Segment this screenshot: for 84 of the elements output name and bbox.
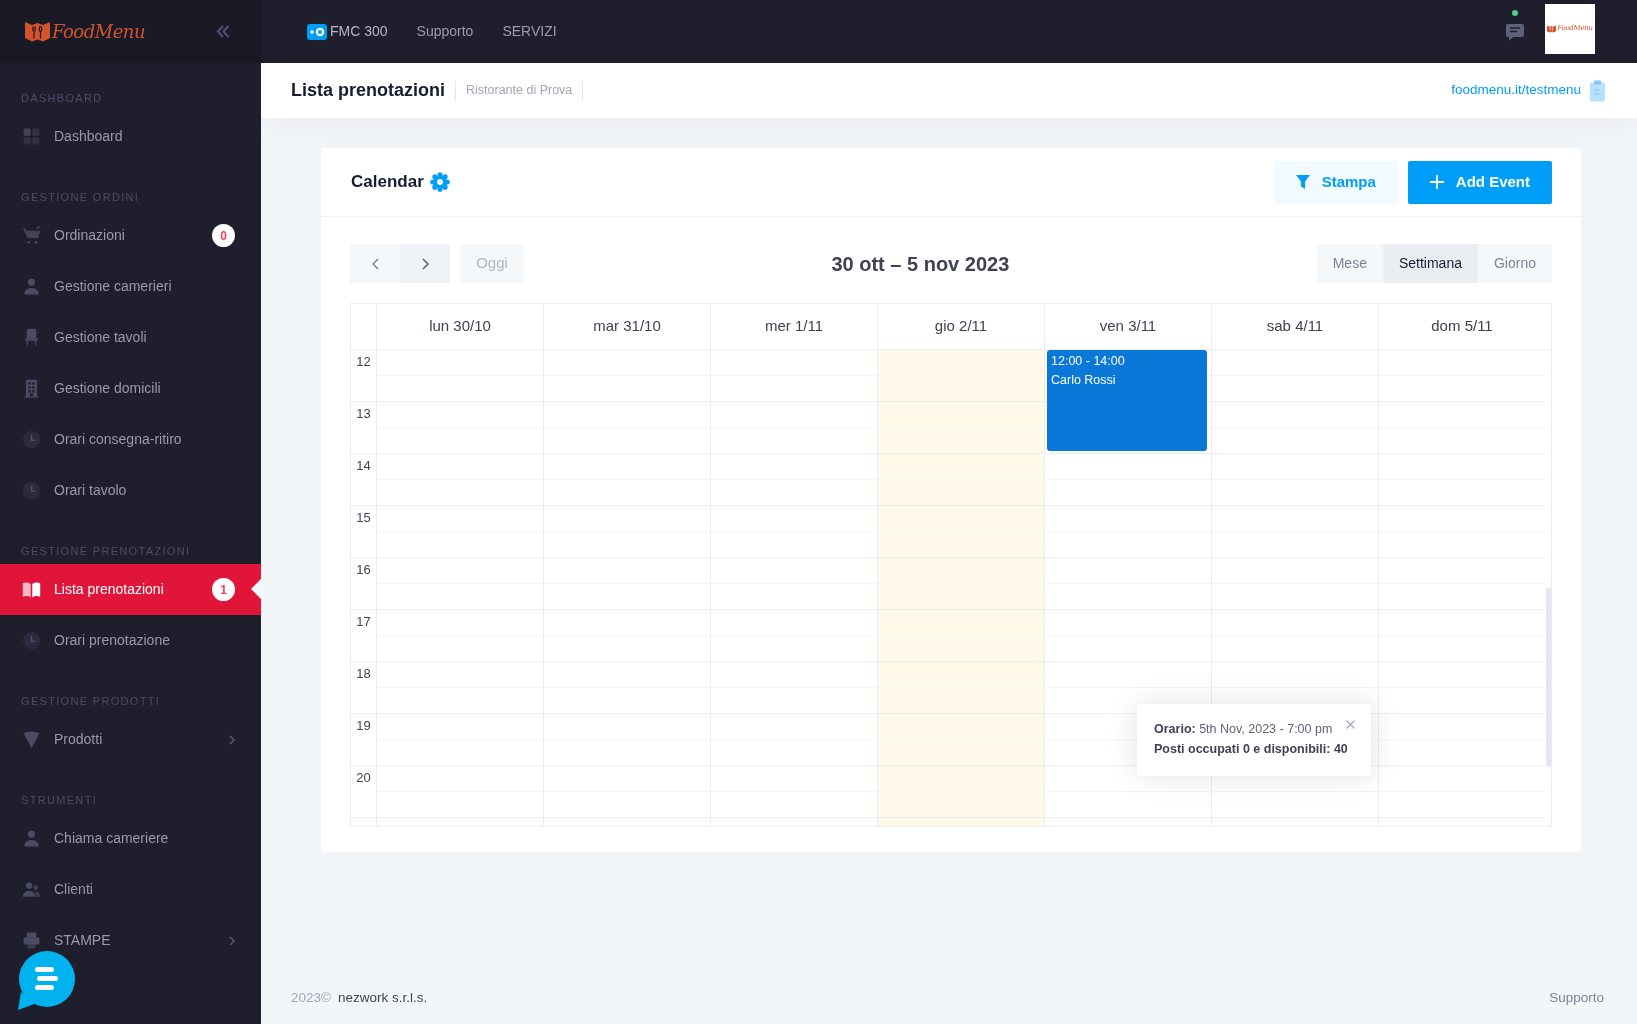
popover-time: Orario: 5th Nov, 2023 - 7:00 pm: [1154, 721, 1333, 738]
view-tab[interactable]: Mese: [1316, 244, 1383, 283]
page-title: Lista prenotazioni: [291, 79, 445, 102]
hour-label: 19: [356, 718, 371, 734]
sidebar-item[interactable]: Clienti: [0, 864, 261, 915]
logo-icon: [1547, 24, 1557, 33]
people-icon: [22, 880, 41, 899]
hour-label: 17: [356, 614, 371, 630]
event-time: 12:00 - 14:00: [1051, 353, 1125, 370]
page-subtitle: Ristorante di Prova: [466, 82, 573, 100]
event-title: Carlo Rossi: [1051, 372, 1116, 389]
menu-link[interactable]: foodmenu.it/testmenu: [1451, 80, 1581, 101]
nav-link[interactable]: FMC 300: [307, 21, 388, 42]
sidebar-item[interactable]: STAMPE: [0, 915, 261, 966]
day-header: gio 2/11: [934, 316, 988, 337]
clock-icon: [22, 631, 41, 650]
chair-icon: [22, 328, 41, 347]
filter-icon: [1295, 175, 1310, 189]
copyright-year: 2023©: [291, 988, 331, 1007]
logo-text: FoodMenu: [52, 22, 145, 41]
settings-icon[interactable]: [429, 172, 450, 192]
logo-icon: [25, 21, 50, 42]
sidebar-item[interactable]: Orari prenotazione: [0, 615, 261, 666]
sidebar-item[interactable]: Lista prenotazioni 1: [0, 564, 261, 615]
day-header: ven 3/11: [1099, 316, 1157, 337]
scrollbar-thumb[interactable]: [1545, 588, 1551, 767]
popover-seats: Posti occupati 0 e disponibili: 40: [1154, 739, 1348, 759]
nav-link[interactable]: Supporto: [416, 21, 474, 42]
projector-icon: [307, 23, 327, 40]
hour-label: 14: [356, 458, 371, 474]
hour-label: 15: [356, 510, 371, 526]
message-icon[interactable]: [1506, 22, 1524, 41]
date-range-title: 30 ott – 5 nov 2023: [831, 251, 1010, 277]
person-icon: [22, 829, 41, 848]
calendar-event[interactable]: 12:00 - 14:00 Carlo Rossi: [1047, 350, 1207, 451]
count-badge: 1: [212, 578, 235, 601]
section-label: GESTIONE PRENOTAZIONI: [20, 543, 192, 559]
hour-label: 16: [356, 562, 371, 578]
building-icon: [22, 379, 41, 398]
company-name: nezwork s.r.l.s.: [338, 988, 428, 1007]
hour-label: 12: [356, 354, 371, 370]
section-label: GESTIONE ORDINI: [20, 189, 141, 205]
sidebar-item[interactable]: Orari tavolo: [0, 465, 261, 516]
clock-icon: [22, 430, 41, 449]
person-icon: [22, 277, 41, 296]
clock-icon: [22, 481, 41, 500]
day-header: dom 5/11: [1431, 316, 1493, 337]
hour-label: 18: [356, 666, 371, 682]
book-icon: [22, 580, 41, 599]
pizza-slice-icon: [22, 730, 41, 749]
count-badge: 0: [212, 224, 235, 247]
section-label: DASHBOARD: [20, 90, 104, 106]
section-label: GESTIONE PRODOTTI: [20, 693, 162, 709]
footer-link[interactable]: Supporto: [1549, 987, 1604, 1009]
chevrons-left-icon[interactable]: [216, 25, 230, 38]
cart-icon: [22, 226, 41, 245]
close-icon[interactable]: [1346, 720, 1355, 729]
chevron-right-icon: [421, 257, 429, 270]
day-header: sab 4/11: [1266, 316, 1324, 337]
sidebar-item[interactable]: Ordinazioni 0: [0, 210, 261, 261]
grid-icon: [22, 127, 41, 146]
chat-bubble-icon[interactable]: [17, 950, 75, 1010]
day-header: mar 31/10: [593, 316, 661, 337]
card-title: Calendar: [351, 171, 424, 194]
view-tab[interactable]: Settimana: [1382, 244, 1478, 283]
view-tab[interactable]: Giorno: [1477, 244, 1552, 283]
sidebar-item[interactable]: Chiama cameriere: [0, 813, 261, 864]
sidebar-item[interactable]: Gestione domicili: [0, 363, 261, 414]
pointer-notch-icon: [251, 579, 261, 599]
sidebar-item[interactable]: Orari consegna-ritiro: [0, 414, 261, 465]
nav-link[interactable]: SERVIZI: [502, 21, 557, 42]
hour-label: 20: [356, 770, 371, 786]
sidebar-item[interactable]: Dashboard: [0, 111, 261, 162]
hour-label: 13: [356, 406, 371, 422]
clipboard-icon[interactable]: [1589, 79, 1606, 102]
section-label: STRUMENTI: [20, 792, 99, 808]
plus-icon: [1429, 175, 1444, 189]
sidebar-item[interactable]: Prodotti: [0, 714, 261, 765]
printer-icon: [22, 931, 41, 950]
chevron-left-icon: [371, 257, 379, 270]
sidebar-item[interactable]: Gestione tavoli: [0, 312, 261, 363]
day-header: mer 1/11: [764, 316, 824, 337]
day-header: lun 30/10: [429, 316, 491, 337]
sidebar-item[interactable]: Gestione camerieri: [0, 261, 261, 312]
